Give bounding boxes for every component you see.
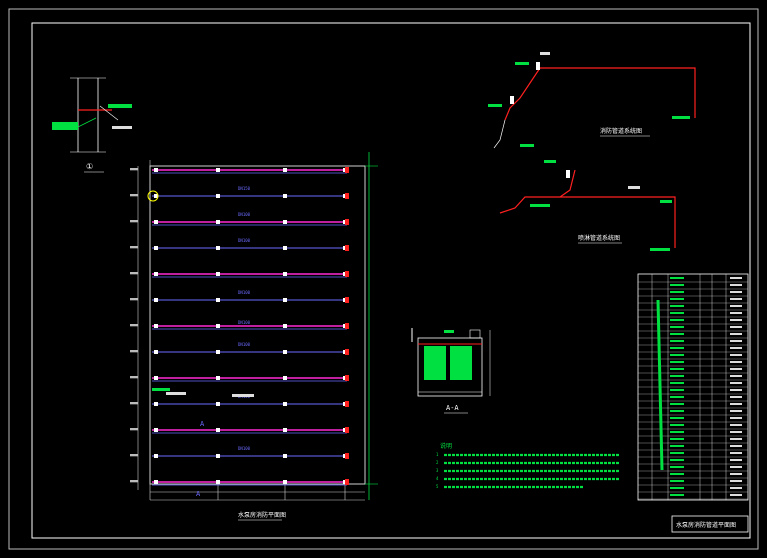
pipe-row bbox=[130, 401, 349, 407]
note-number: 3 bbox=[436, 468, 439, 473]
title-block-text: 水泵房消防管道平面图 bbox=[676, 521, 736, 529]
pipe-row bbox=[130, 427, 349, 434]
pipe-row bbox=[130, 271, 349, 278]
outer-frame bbox=[8, 8, 759, 550]
branch-label: DN100 bbox=[238, 446, 251, 451]
plan-pipe-rows: DN150DN100DN100DN100DN100DN100DN100DN100 bbox=[130, 167, 349, 486]
cad-drawing: ① 消防管道系统图 喷淋管道系统图 DN150DN100DN100DN100DN… bbox=[8, 8, 759, 550]
section-a-a: A-A bbox=[411, 328, 491, 414]
pipe-row bbox=[130, 375, 349, 382]
branch-label: DN100 bbox=[238, 320, 251, 325]
branch-label: DN100 bbox=[238, 290, 251, 295]
plan-outline bbox=[149, 165, 366, 485]
pipe-row bbox=[130, 219, 349, 226]
note-number: 5 bbox=[436, 484, 439, 489]
section-caption: A-A bbox=[446, 404, 459, 412]
note-number: 4 bbox=[436, 476, 439, 481]
detail-label: ① bbox=[86, 162, 93, 171]
pipe-row bbox=[130, 349, 349, 355]
branch-label: DN100 bbox=[238, 342, 251, 347]
notes: 说明 1 2 3 4 5 bbox=[436, 442, 620, 489]
branch-label: DN100 bbox=[238, 238, 251, 243]
title-block: 水泵房消防管道平面图 bbox=[671, 515, 749, 533]
iso2-caption: 喷淋管道系统图 bbox=[578, 234, 620, 242]
pipe-row bbox=[130, 297, 349, 303]
plan-caption: 水泵房消防平面图 bbox=[238, 511, 286, 519]
inner-frame bbox=[31, 22, 751, 539]
branch-label: DN150 bbox=[238, 186, 251, 191]
pipe-row bbox=[130, 453, 349, 459]
detail-1: ① bbox=[52, 77, 132, 173]
pipe-row bbox=[130, 245, 349, 251]
pipe-row bbox=[130, 193, 349, 199]
note-number: 2 bbox=[436, 460, 439, 465]
axis-label-top: A bbox=[200, 420, 205, 428]
branch-label: DN100 bbox=[238, 212, 251, 217]
note-number: 1 bbox=[436, 452, 439, 457]
pipe-row bbox=[130, 167, 349, 174]
iso-diagram-1: 消防管道系统图 bbox=[488, 52, 696, 149]
iso1-caption: 消防管道系统图 bbox=[600, 127, 642, 135]
iso-diagram-2: 喷淋管道系统图 bbox=[499, 160, 676, 251]
material-table bbox=[637, 273, 749, 501]
floor-plan: DN150DN100DN100DN100DN100DN100DN100DN100… bbox=[130, 152, 378, 521]
notes-heading: 说明 bbox=[440, 442, 452, 450]
axis-label-bottom: A bbox=[196, 490, 201, 498]
